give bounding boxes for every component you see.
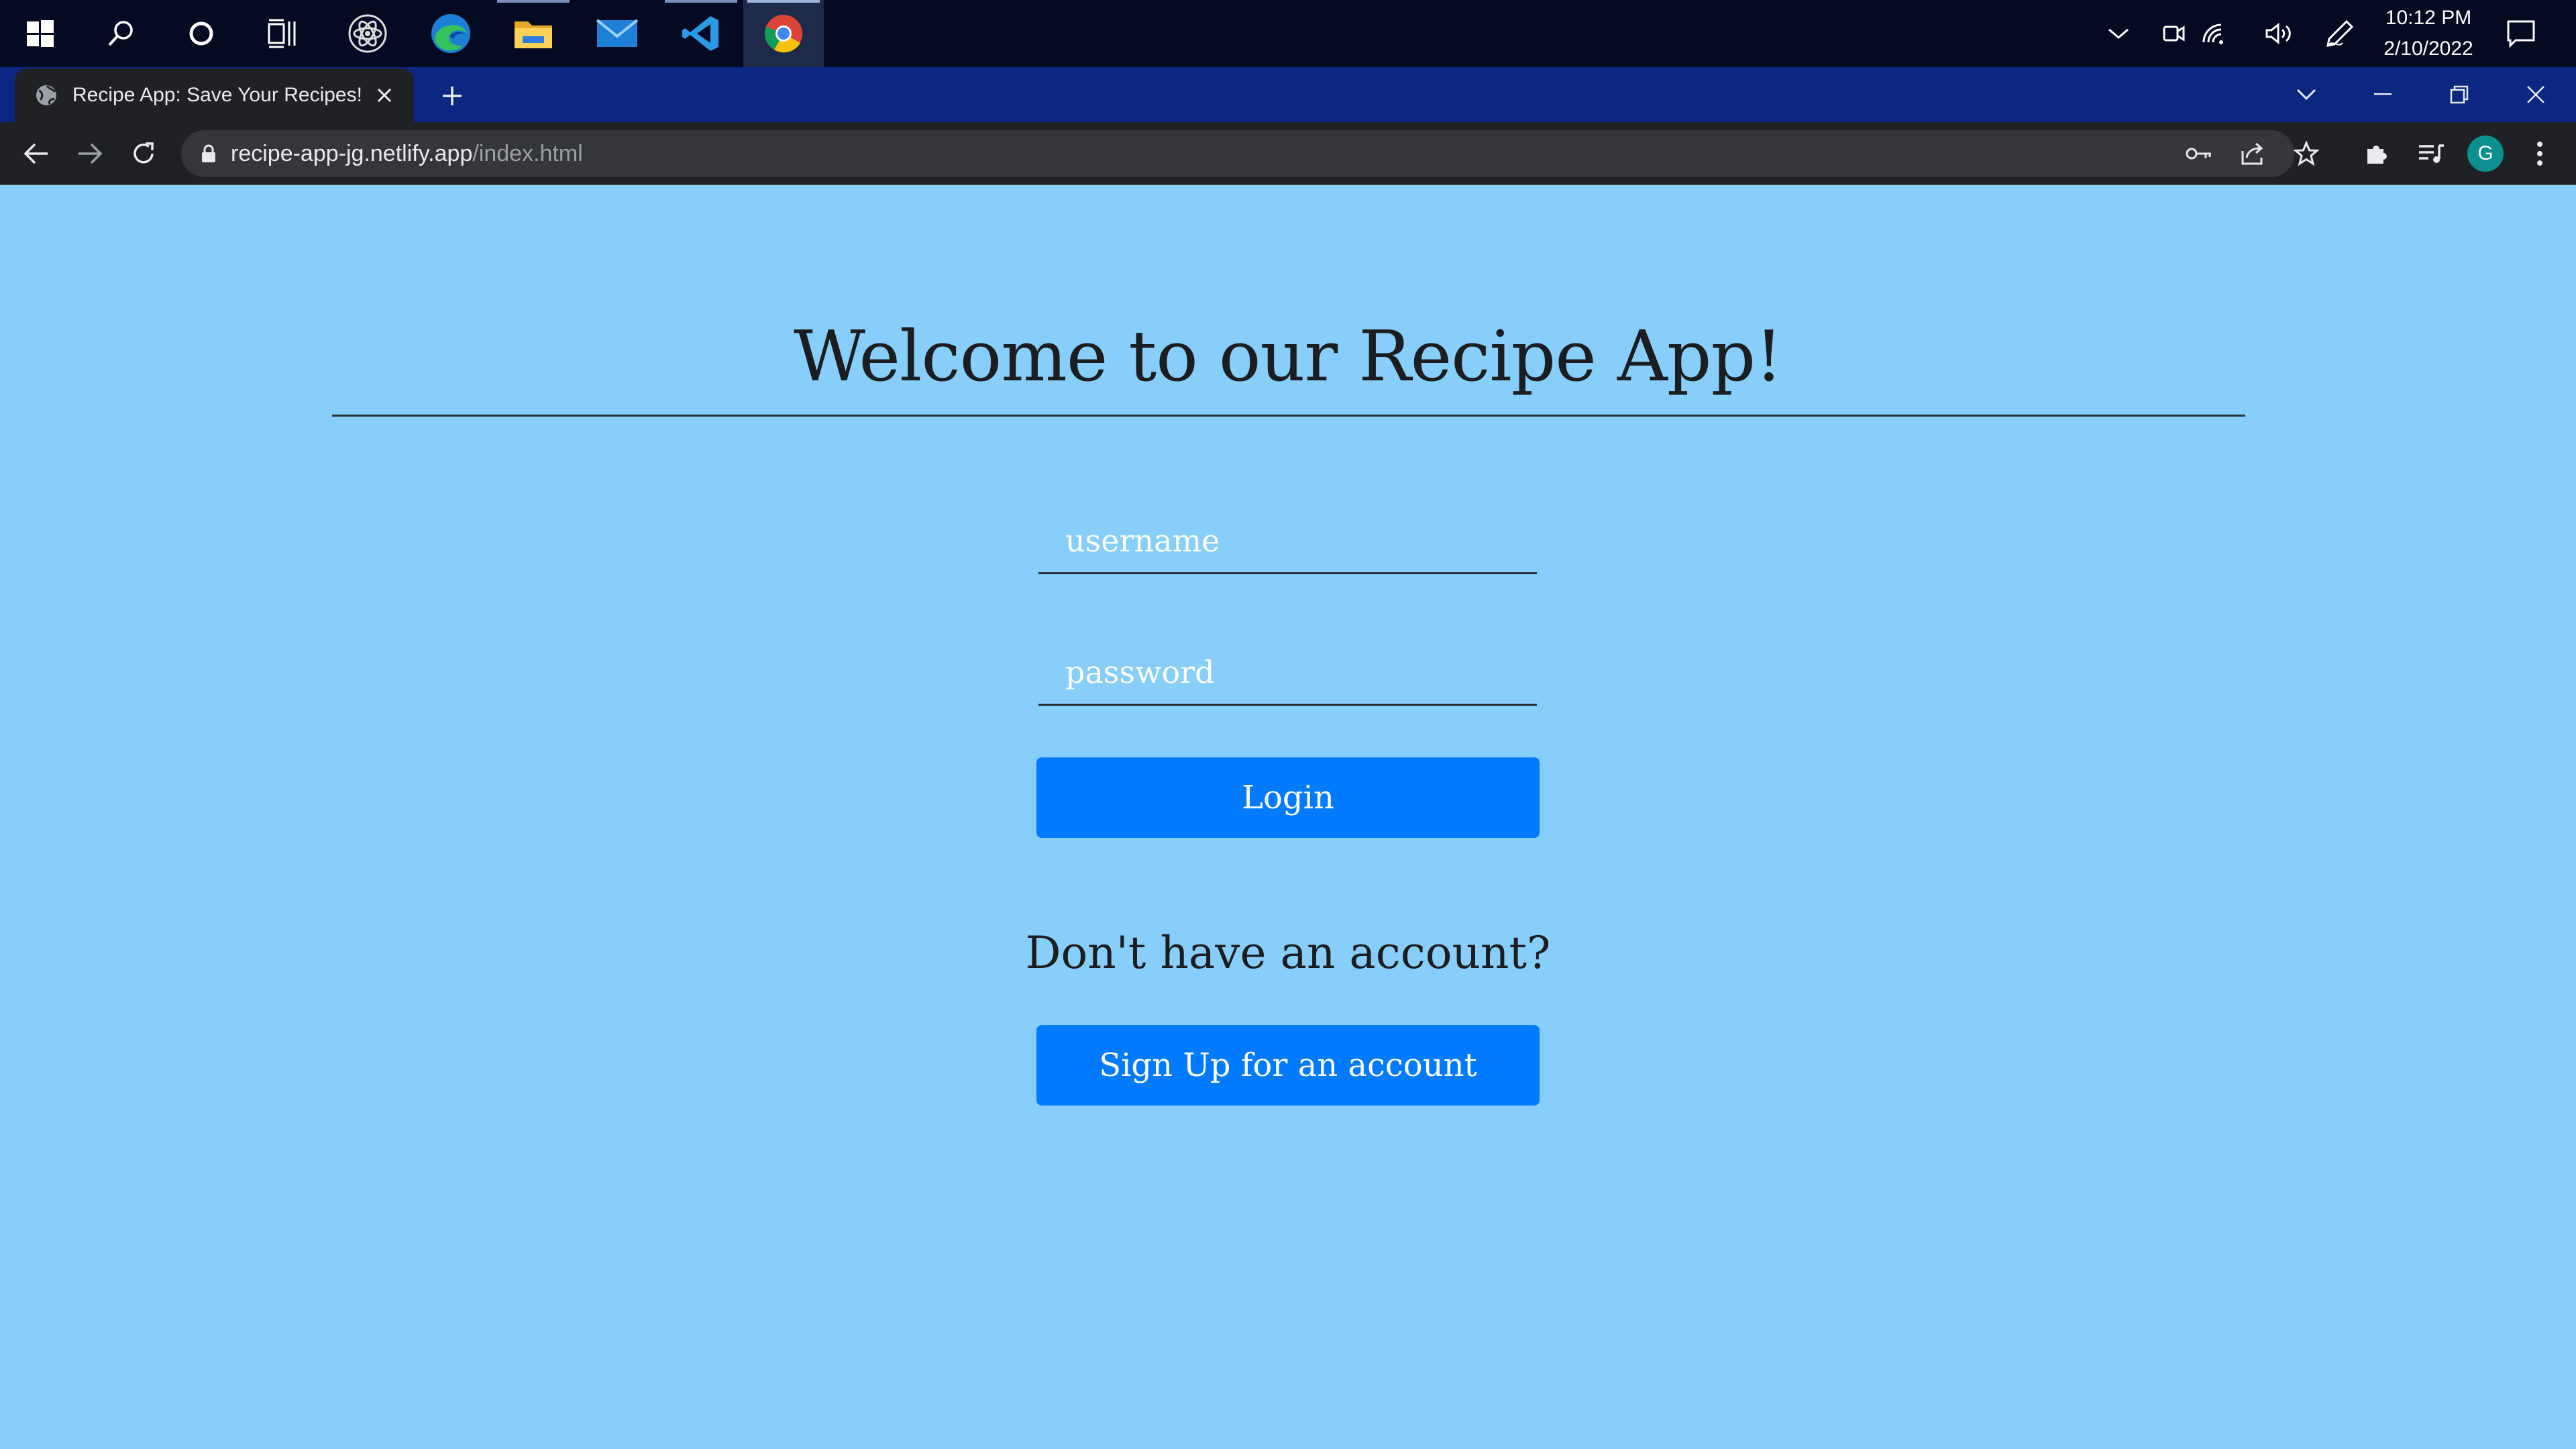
- cortana-ring-icon: [189, 21, 213, 46]
- taskbar-app-vscode[interactable]: [661, 0, 741, 67]
- plus-icon: [443, 87, 462, 105]
- close-icon: [2527, 86, 2544, 103]
- taskbar-clock[interactable]: 10:12 PM 2/10/2022: [2358, 0, 2499, 67]
- url-path: /index.html: [472, 140, 583, 166]
- windows-taskbar: 10:12 PM 2/10/2022: [0, 0, 2576, 67]
- url-text: recipe-app-jg.netlify.app/index.html: [231, 141, 583, 167]
- login-button[interactable]: Login: [1036, 757, 1540, 838]
- back-button[interactable]: [16, 133, 56, 174]
- share-icon: [2241, 142, 2263, 165]
- pen-icon: [2326, 19, 2354, 47]
- password-input[interactable]: [1038, 640, 1537, 706]
- restore-button[interactable]: [2422, 67, 2497, 122]
- folder-icon: [515, 21, 552, 48]
- media-control-button[interactable]: [2411, 133, 2451, 174]
- no-account-text: Don't have an account?: [1025, 927, 1551, 979]
- atom-icon: [348, 14, 387, 53]
- arrow-left-icon: [23, 143, 48, 164]
- windows-logo-icon: [27, 20, 54, 47]
- page-title: Welcome to our Recipe App!: [794, 315, 1783, 397]
- minimize-icon: [2374, 93, 2392, 95]
- mail-icon: [596, 19, 639, 47]
- tray-volume[interactable]: [2253, 0, 2306, 67]
- close-icon: [377, 88, 392, 103]
- globe-icon: [36, 85, 56, 105]
- username-input[interactable]: [1038, 508, 1537, 574]
- browser-tab-strip: Recipe App: Save Your Recipes!: [0, 67, 2576, 122]
- camera-icon: [2163, 25, 2185, 42]
- wifi-icon: [2202, 23, 2223, 44]
- arrow-right-icon: [78, 143, 103, 164]
- speaker-icon: [2265, 22, 2291, 45]
- playlist-icon: [2419, 144, 2444, 163]
- browser-tab[interactable]: Recipe App: Save Your Recipes!: [15, 68, 414, 122]
- show-hidden-icons-button[interactable]: [2092, 0, 2145, 67]
- extensions-button[interactable]: [2357, 133, 2398, 174]
- forward-button[interactable]: [70, 133, 110, 174]
- star-icon: [2294, 141, 2319, 166]
- search-icon: [108, 21, 133, 46]
- close-window-button[interactable]: [2498, 67, 2573, 122]
- password-key-button[interactable]: [2179, 133, 2219, 174]
- task-view-icon: [268, 19, 296, 48]
- lock-icon: [202, 144, 215, 162]
- reload-icon: [133, 142, 154, 164]
- key-icon: [2186, 148, 2211, 160]
- tab-close-button[interactable]: [370, 80, 399, 110]
- chrome-icon: [765, 15, 802, 53]
- title-divider: [332, 415, 2245, 417]
- kebab-menu-icon: [2537, 142, 2542, 166]
- address-bar[interactable]: recipe-app-jg.netlify.app/index.html: [181, 130, 2319, 177]
- vscode-icon: [682, 16, 718, 51]
- clock-time: 10:12 PM: [2385, 7, 2472, 29]
- restore-icon: [2450, 85, 2469, 104]
- browser-toolbar: recipe-app-jg.netlify.app/index.html G: [0, 122, 2576, 185]
- reload-button[interactable]: [123, 133, 164, 174]
- tab-title: Recipe App: Save Your Recipes!: [72, 84, 362, 106]
- cortana-button[interactable]: [161, 0, 241, 67]
- url-host: recipe-app-jg.netlify.app: [231, 140, 473, 166]
- chevron-down-icon: [2296, 89, 2316, 101]
- profile-avatar[interactable]: G: [2467, 136, 2504, 172]
- start-button[interactable]: [0, 0, 80, 67]
- new-tab-button[interactable]: [433, 79, 471, 113]
- taskbar-app-file-explorer[interactable]: [493, 0, 574, 67]
- chrome-menu-button[interactable]: [2520, 133, 2560, 174]
- taskbar-app-chrome[interactable]: [743, 0, 824, 67]
- taskbar-app-edge[interactable]: [411, 0, 491, 67]
- page-content: Welcome to our Recipe App! Login Don't h…: [0, 186, 2576, 1449]
- search-button[interactable]: [80, 0, 161, 67]
- action-center-button[interactable]: [2494, 0, 2548, 67]
- tab-search-button[interactable]: [2269, 67, 2344, 122]
- signup-button[interactable]: Sign Up for an account: [1036, 1025, 1540, 1106]
- tray-network[interactable]: [2187, 0, 2241, 67]
- notification-icon: [2507, 20, 2535, 48]
- share-button[interactable]: [2233, 133, 2273, 174]
- chevron-up-icon: [2108, 28, 2129, 39]
- task-view-button[interactable]: [241, 0, 322, 67]
- taskbar-app-mail[interactable]: [577, 0, 657, 67]
- clock-date: 2/10/2022: [2383, 38, 2473, 60]
- puzzle-icon: [2367, 146, 2387, 164]
- edge-icon: [431, 14, 470, 53]
- bookmark-button[interactable]: [2286, 133, 2326, 174]
- taskbar-app-react[interactable]: [327, 0, 408, 67]
- minimize-button[interactable]: [2345, 67, 2420, 122]
